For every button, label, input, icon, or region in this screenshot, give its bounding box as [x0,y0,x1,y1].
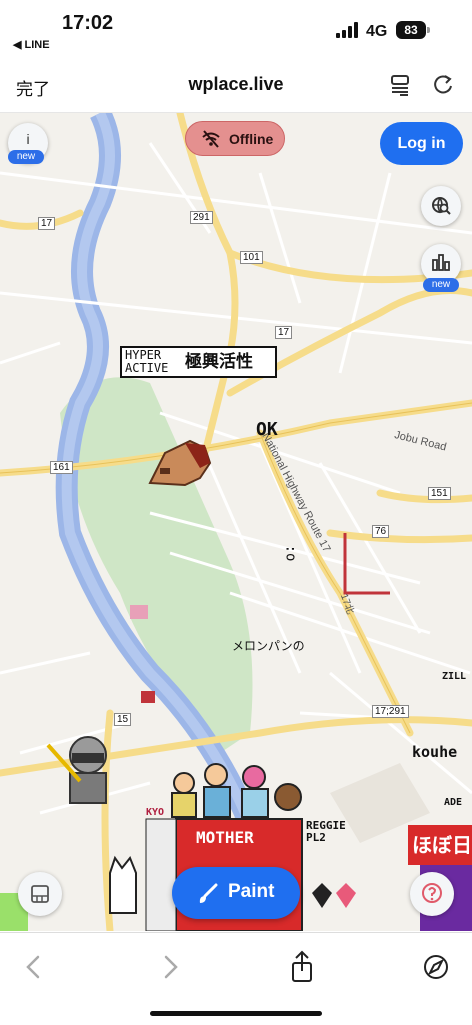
pixel-art-red-block [141,691,155,703]
home-indicator [150,1011,322,1016]
wifi-off-icon [200,128,222,155]
pixel-text-kyo: KYO [146,807,165,818]
route-shield: 15 [114,713,132,726]
bar-chart-icon [431,252,451,277]
browser-top-bar: wplace.live 完了 [0,62,472,113]
login-button[interactable]: Log in [380,122,463,165]
pixel-text-kouhe: kouhe [412,743,458,761]
palette-button[interactable] [18,872,62,916]
route-shield: 17;291 [372,705,409,718]
status-bar: 17:02 ◀ LINE 4G 83 [0,0,472,62]
leaderboard-new-badge: new [423,278,459,292]
info-new-badge: new [8,150,44,164]
pixel-text-active: ACTIVE [125,361,169,375]
pixel-text-zill: ZILL [442,671,467,682]
pixel-text-kanji: 極興活性 [185,352,253,372]
share-icon[interactable] [282,947,322,987]
paintbrush-icon [196,882,220,911]
pixel-text-ade: ADE [444,797,463,808]
route-shield: 151 [428,487,451,500]
battery-tip [427,27,430,33]
route-shield: 17 [275,326,293,339]
signal-icon [336,22,360,38]
pixel-art-cat [109,855,137,914]
pixel-text-melon: メロンパンの [232,639,305,653]
network-type: 4G [366,23,388,40]
back-icon[interactable] [14,947,54,987]
compass-icon[interactable] [416,947,456,987]
map-search-button[interactable] [421,186,461,226]
pixel-text-ok: OK [256,419,278,440]
pixel-text-pl2: PL2 [306,831,326,844]
offline-label: Offline [229,131,274,147]
paint-button[interactable]: Paint [172,867,300,919]
compass-help-icon [421,882,443,911]
status-time: 17:02 [62,12,114,34]
grid-icon [30,884,50,909]
globe-search-icon [430,195,452,222]
browser-bottom-bar [0,932,472,1025]
location-button[interactable] [410,872,454,916]
pixel-text-hobo: ほぼ日 [412,833,472,857]
pixel-text-hyper: HYPER [125,348,162,362]
route-shield: 161 [50,461,73,474]
route-shield: 76 [372,525,390,538]
route-shield: 17 [38,217,56,230]
route-shield: 101 [240,251,263,264]
route-shield: 291 [190,211,213,224]
reload-icon[interactable] [428,70,458,100]
pixel-art-knight [46,736,107,804]
battery-icon: 83 [396,21,426,39]
done-button[interactable]: 完了 [16,75,50,100]
forward-icon[interactable] [150,947,190,987]
offline-badge[interactable]: Offline [185,121,285,156]
paint-label: Paint [228,881,275,902]
map-canvas[interactable]: 17 291 101 17 161 151 76 15 17;291 Jobu … [0,113,472,931]
info-icon: i [26,131,30,147]
back-to-app-link[interactable]: ◀ LINE [13,38,50,51]
reader-icon[interactable] [386,70,416,100]
pixel-art-pink-block [130,605,148,619]
pixel-text-mother: MOTHER [196,828,254,847]
pixel-text-colon: :o [282,544,299,562]
